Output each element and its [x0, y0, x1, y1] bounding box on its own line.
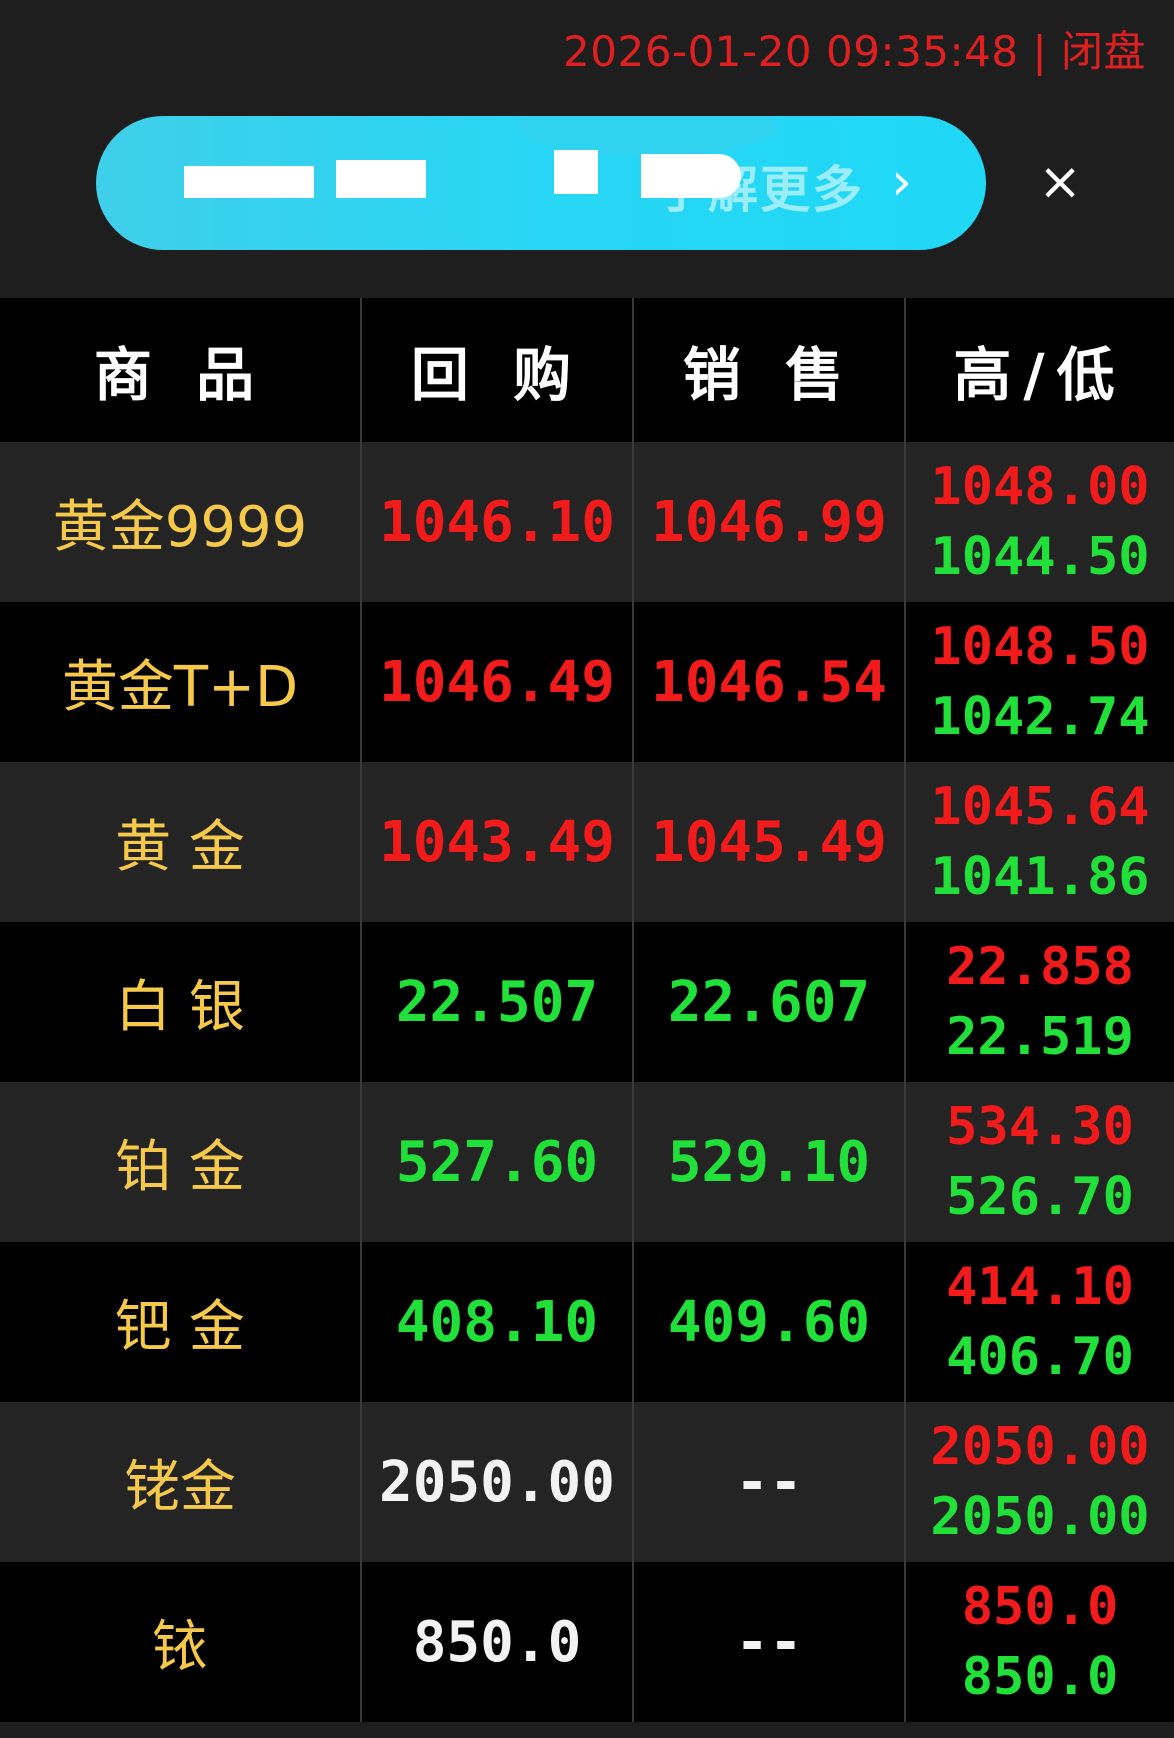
- product-name: 铂 金: [115, 1134, 245, 1200]
- sell-price: --: [632, 1562, 905, 1722]
- sell-price: 1046.99: [632, 442, 905, 602]
- high-price: 850.0: [961, 1577, 1119, 1637]
- buyback-price: 850.0: [360, 1562, 633, 1722]
- high-price: 414.10: [946, 1257, 1134, 1317]
- promo-obscured-block: [554, 150, 598, 194]
- high-price: 1045.64: [930, 777, 1150, 837]
- buyback-price: 408.10: [360, 1242, 633, 1402]
- promo-obscured-block: [336, 160, 426, 198]
- high-price: 22.858: [946, 937, 1134, 997]
- low-price: 2050.00: [930, 1487, 1150, 1547]
- price-table: 商 品 回 购 销 售 高/低 黄金9999 1046.10 1046.99 1048…: [0, 298, 1174, 1722]
- table-header-row: 商 品 回 购 销 售 高/低: [0, 298, 1174, 442]
- product-name: 黄金9999: [52, 494, 308, 560]
- buyback-price: 1043.49: [360, 762, 633, 922]
- sell-price: 1045.49: [632, 762, 905, 922]
- chevron-right-icon: ›: [891, 152, 912, 212]
- buyback-price: 1046.49: [360, 602, 633, 762]
- promo-banner-text: 了解更多: [656, 161, 864, 219]
- product-name: 铑金: [124, 1454, 236, 1520]
- low-price: 526.70: [946, 1167, 1134, 1227]
- high-low-cell: 2050.00 2050.00: [904, 1402, 1174, 1562]
- product-name: 黄金T+D: [61, 654, 299, 720]
- buyback-price: 2050.00: [360, 1402, 633, 1562]
- sell-price: 409.60: [632, 1242, 905, 1402]
- product-name: 铱: [152, 1614, 208, 1680]
- table-row[interactable]: 铱 850.0 -- 850.0 850.0: [0, 1562, 1174, 1722]
- high-low-cell: 414.10 406.70: [904, 1242, 1174, 1402]
- sell-price: 22.607: [632, 922, 905, 1082]
- header-sell[interactable]: 销 售: [632, 298, 905, 442]
- high-low-cell: 850.0 850.0: [904, 1562, 1174, 1722]
- table-row[interactable]: 铑金 2050.00 -- 2050.00 2050.00: [0, 1402, 1174, 1562]
- status-separator: |: [1018, 27, 1061, 76]
- low-price: 1044.50: [930, 527, 1150, 587]
- promo-obscured-block: [184, 166, 314, 198]
- market-status-line: 2026-01-20 09:35:48 | 闭盘: [563, 18, 1146, 79]
- high-price: 1048.00: [930, 457, 1150, 517]
- low-price: 1041.86: [930, 847, 1150, 907]
- table-row[interactable]: 白 银 22.507 22.607 22.858 22.519: [0, 922, 1174, 1082]
- high-low-cell: 22.858 22.519: [904, 922, 1174, 1082]
- close-banner-button[interactable]: ×: [1030, 152, 1090, 212]
- product-name: 钯 金: [115, 1294, 245, 1360]
- table-row[interactable]: 黄 金 1043.49 1045.49 1045.64 1041.86: [0, 762, 1174, 922]
- low-price: 1042.74: [930, 687, 1150, 747]
- high-low-cell: 1048.50 1042.74: [904, 602, 1174, 762]
- high-low-cell: 534.30 526.70: [904, 1082, 1174, 1242]
- header-high-low[interactable]: 高/低: [904, 298, 1174, 442]
- buyback-price: 527.60: [360, 1082, 633, 1242]
- table-row[interactable]: 黄金9999 1046.10 1046.99 1048.00 1044.50: [0, 442, 1174, 602]
- market-state-text: 闭盘: [1060, 27, 1146, 76]
- product-name: 黄 金: [115, 814, 245, 880]
- datetime-text: 2026-01-20 09:35:48: [563, 27, 1019, 76]
- buyback-price: 1046.10: [360, 442, 633, 602]
- low-price: 850.0: [961, 1647, 1119, 1707]
- sell-price: --: [632, 1402, 905, 1562]
- table-row[interactable]: 钯 金 408.10 409.60 414.10 406.70: [0, 1242, 1174, 1402]
- product-name: 白 银: [115, 974, 245, 1040]
- high-low-cell: 1048.00 1044.50: [904, 442, 1174, 602]
- high-price: 534.30: [946, 1097, 1134, 1157]
- sell-price: 529.10: [632, 1082, 905, 1242]
- buyback-price: 22.507: [360, 922, 633, 1082]
- high-price: 1048.50: [930, 617, 1150, 677]
- low-price: 22.519: [946, 1007, 1134, 1067]
- high-low-cell: 1045.64 1041.86: [904, 762, 1174, 922]
- header-product[interactable]: 商 品: [0, 298, 361, 442]
- promo-banner[interactable]: 了解更多 ›: [96, 116, 986, 250]
- table-row[interactable]: 黄金T+D 1046.49 1046.54 1048.50 1042.74: [0, 602, 1174, 762]
- header-buyback[interactable]: 回 购: [360, 298, 633, 442]
- high-price: 2050.00: [930, 1417, 1150, 1477]
- banner-area: 了解更多 › ×: [0, 92, 1174, 292]
- table-row[interactable]: 铂 金 527.60 529.10 534.30 526.70: [0, 1082, 1174, 1242]
- sell-price: 1046.54: [632, 602, 905, 762]
- low-price: 406.70: [946, 1327, 1134, 1387]
